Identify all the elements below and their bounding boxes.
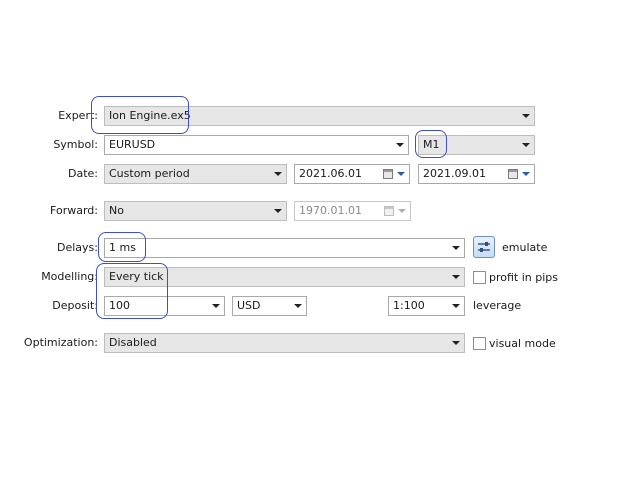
leverage-value: 1:100: [393, 299, 425, 312]
timeframe-value: M1: [423, 138, 440, 151]
calendar-icon: [384, 206, 394, 216]
delays-value: 1 ms: [109, 241, 136, 254]
forward-label: Forward:: [50, 204, 98, 217]
forward-date-value: 1970.01.01: [299, 204, 362, 217]
delays-select[interactable]: 1 ms: [104, 238, 465, 258]
emulate-settings-button[interactable]: [473, 236, 495, 258]
currency-select[interactable]: USD: [232, 296, 307, 316]
chevron-down-icon: [274, 172, 282, 176]
leverage-select[interactable]: 1:100: [388, 296, 465, 316]
date-to-picker[interactable]: 2021.09.01: [418, 164, 535, 184]
symbol-select[interactable]: EURUSD: [104, 135, 409, 155]
date-period-select[interactable]: Custom period: [104, 164, 287, 184]
chevron-down-icon: [522, 143, 530, 147]
chevron-down-icon: [452, 341, 460, 345]
forward-date-picker: 1970.01.01: [294, 201, 411, 221]
emulate-label: emulate: [502, 241, 548, 254]
chevron-down-icon: [274, 209, 282, 213]
chevron-down-icon: [212, 304, 220, 308]
chevron-down-icon: [397, 172, 405, 176]
chevron-down-icon: [522, 172, 530, 176]
chevron-down-icon: [452, 275, 460, 279]
symbol-label: Symbol:: [53, 138, 98, 151]
chevron-down-icon: [452, 246, 460, 250]
modelling-select[interactable]: Every tick: [104, 267, 465, 287]
expert-label: Expert:: [58, 109, 98, 122]
optimization-value: Disabled: [109, 336, 157, 349]
optimization-select[interactable]: Disabled: [104, 333, 465, 353]
date-from-picker[interactable]: 2021.06.01: [294, 164, 410, 184]
calendar-icon[interactable]: [508, 169, 518, 179]
delays-label: Delays:: [57, 241, 98, 254]
symbol-value: EURUSD: [109, 138, 156, 151]
chevron-down-icon: [396, 143, 404, 147]
leverage-label: leverage: [473, 299, 522, 312]
modelling-value: Every tick: [109, 270, 164, 283]
chevron-down-icon: [522, 114, 530, 118]
date-to-value: 2021.09.01: [423, 167, 486, 180]
forward-select[interactable]: No: [104, 201, 287, 221]
profit-in-pips-label: profit in pips: [489, 271, 559, 284]
visual-mode-label: visual mode: [489, 337, 556, 350]
timeframe-select[interactable]: M1: [418, 135, 535, 155]
expert-select[interactable]: Ion Engine.ex5: [104, 106, 535, 126]
calendar-icon[interactable]: [383, 169, 393, 179]
profit-in-pips-checkbox[interactable]: [473, 271, 486, 284]
chevron-down-icon: [294, 304, 302, 308]
forward-value: No: [109, 204, 124, 217]
date-label: Date:: [68, 167, 98, 180]
date-from-value: 2021.06.01: [299, 167, 362, 180]
visual-mode-checkbox[interactable]: [473, 337, 486, 350]
optimization-label: Optimization:: [23, 336, 98, 349]
sliders-icon: [478, 242, 490, 252]
currency-value: USD: [237, 299, 261, 312]
deposit-amount-select[interactable]: 100: [104, 296, 225, 316]
chevron-down-icon: [452, 304, 460, 308]
deposit-label: Deposit:: [52, 299, 98, 312]
chevron-down-icon: [398, 209, 406, 213]
expert-value: Ion Engine.ex5: [109, 109, 191, 122]
modelling-label: Modelling:: [41, 270, 98, 283]
date-period-value: Custom period: [109, 167, 190, 180]
deposit-amount-value: 100: [109, 299, 130, 312]
